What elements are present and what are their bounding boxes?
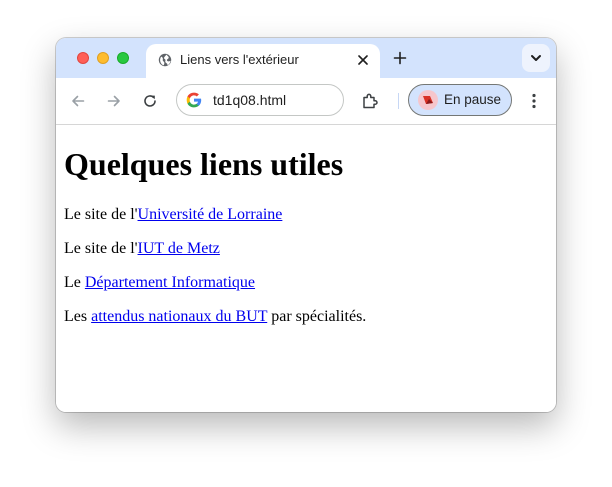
link-universite-de-lorraine[interactable]: Université de Lorraine bbox=[138, 206, 283, 223]
globe-icon bbox=[158, 53, 172, 67]
chevron-down-icon bbox=[530, 49, 542, 67]
google-icon bbox=[186, 92, 202, 108]
page-heading: Quelques liens utiles bbox=[64, 146, 344, 182]
line-suffix: par spécialités. bbox=[267, 308, 367, 325]
line-prefix: Les bbox=[64, 308, 92, 325]
profile-status-label: En pause bbox=[444, 92, 502, 107]
avatar bbox=[418, 90, 438, 110]
active-tab[interactable]: Liens vers l'extérieur bbox=[146, 44, 380, 78]
url-text: td1q08.html bbox=[213, 92, 287, 108]
browser-window: Liens vers l'extérieur td1q08.html En pa… bbox=[56, 38, 556, 412]
link-iut-de-metz[interactable]: IUT de Metz bbox=[138, 240, 220, 257]
link-line-departement: Le Département Informatique bbox=[64, 273, 255, 293]
extensions-icon[interactable] bbox=[360, 91, 380, 111]
link-line-attendus: Les attendus nationaux du BUT par spécia… bbox=[64, 307, 366, 327]
line-prefix: Le site de l' bbox=[64, 240, 138, 257]
toolbar-separator bbox=[398, 93, 399, 109]
page-content: Quelques liens utiles Le site de l'Unive… bbox=[56, 125, 556, 412]
address-bar[interactable]: td1q08.html bbox=[176, 84, 344, 116]
browser-toolbar: td1q08.html En pause bbox=[56, 78, 556, 125]
tab-title: Liens vers l'extérieur bbox=[180, 52, 299, 67]
tab-search-button[interactable] bbox=[522, 44, 550, 72]
forward-arrow-icon[interactable] bbox=[104, 91, 124, 111]
line-prefix: Le bbox=[64, 274, 85, 291]
link-departement-informatique[interactable]: Département Informatique bbox=[85, 274, 255, 291]
window-zoom-button[interactable] bbox=[117, 52, 129, 64]
link-attendus-nationaux-but[interactable]: attendus nationaux du BUT bbox=[91, 308, 267, 325]
link-line-iut: Le site de l'IUT de Metz bbox=[64, 239, 220, 259]
link-line-universite: Le site de l'Université de Lorraine bbox=[64, 205, 282, 225]
window-minimize-button[interactable] bbox=[97, 52, 109, 64]
back-arrow-icon[interactable] bbox=[68, 91, 88, 111]
window-close-button[interactable] bbox=[77, 52, 89, 64]
close-icon[interactable] bbox=[354, 51, 372, 69]
reload-icon[interactable] bbox=[140, 91, 160, 111]
plus-icon[interactable] bbox=[390, 48, 410, 68]
tab-strip: Liens vers l'extérieur bbox=[56, 38, 556, 78]
kebab-menu-icon[interactable] bbox=[524, 91, 544, 111]
profile-button[interactable]: En pause bbox=[408, 84, 512, 116]
line-prefix: Le site de l' bbox=[64, 206, 138, 223]
